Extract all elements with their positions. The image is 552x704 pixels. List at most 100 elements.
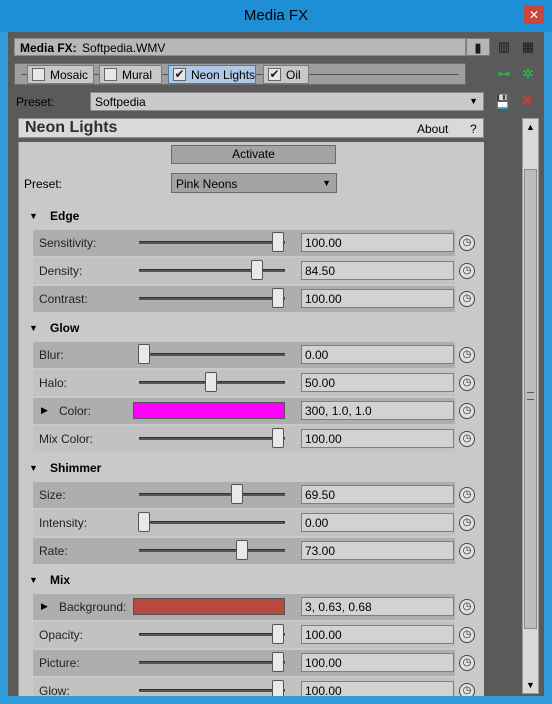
param-value-field[interactable]: 0.00: [301, 345, 454, 364]
scroll-thumb[interactable]: [524, 169, 537, 629]
plugin-preset-dropdown[interactable]: Pink Neons ▼: [171, 173, 337, 193]
keyframe-clock-icon[interactable]: ◷: [459, 683, 475, 696]
param-slider-thumb[interactable]: [272, 232, 284, 252]
param-row: Picture: 100.00: [33, 650, 455, 676]
scroll-down-icon[interactable]: ▼: [523, 677, 538, 693]
param-slider-thumb[interactable]: [272, 428, 284, 448]
param-value-field[interactable]: 100.00: [301, 625, 454, 644]
keyframe-clock-icon[interactable]: ◷: [459, 627, 475, 643]
param-value-field[interactable]: 100.00: [301, 653, 454, 672]
param-row: Contrast: 100.00: [33, 286, 455, 312]
plugin-enable-checkbox[interactable]: ✔: [268, 68, 281, 81]
keyframe-clock-icon[interactable]: ◷: [459, 599, 475, 615]
plugin-chain-item[interactable]: Mosaic: [27, 65, 94, 84]
plugin-chain-icon[interactable]: ⊶: [494, 65, 514, 83]
keyframe-clock-icon[interactable]: ◷: [459, 263, 475, 279]
section-title: Shimmer: [50, 461, 102, 475]
keyframe-clock-icon[interactable]: ◷: [459, 403, 475, 419]
param-row: Sensitivity: 100.00: [33, 230, 455, 256]
plugin-chain-label: Oil: [286, 68, 301, 82]
param-value-field[interactable]: 73.00: [301, 541, 454, 560]
keyframe-clock-icon[interactable]: ◷: [459, 655, 475, 671]
param-row: ▶ Background: 3, 0.63, 0.68: [33, 594, 455, 620]
param-slider-thumb[interactable]: [205, 372, 217, 392]
plugin-enable-checkbox[interactable]: [32, 68, 45, 81]
param-slider-track[interactable]: [139, 661, 285, 664]
param-slider-track[interactable]: [139, 297, 285, 300]
collapse-icon[interactable]: ▼: [29, 463, 38, 473]
keyframe-clock-icon[interactable]: ◷: [459, 375, 475, 391]
activate-button[interactable]: Activate: [171, 145, 336, 164]
param-value: 100.00: [305, 432, 342, 446]
preset-value: Softpedia: [95, 95, 146, 109]
keyframe-clock-icon[interactable]: ◷: [459, 487, 475, 503]
param-value-field[interactable]: 100.00: [301, 233, 454, 252]
param-label: Glow:: [39, 684, 70, 696]
param-slider-track[interactable]: [139, 521, 285, 524]
plugin-params-panel: Activate Preset: Pink Neons ▼ ▼ Edge Sensi…: [18, 142, 484, 696]
keyframe-clock-icon[interactable]: ◷: [459, 515, 475, 531]
save-preset-icon[interactable]: 💾: [494, 93, 512, 111]
param-value-field[interactable]: 3, 0.63, 0.68: [301, 597, 454, 616]
remove-plugin-icon[interactable]: ✲: [518, 65, 538, 83]
plugin-enable-checkbox[interactable]: [104, 68, 117, 81]
param-slider-thumb[interactable]: [272, 288, 284, 308]
view-large-icon[interactable]: ▦: [516, 38, 540, 56]
collapse-icon[interactable]: ▼: [29, 575, 38, 585]
param-slider-track[interactable]: [139, 689, 285, 692]
param-slider-track[interactable]: [139, 353, 285, 356]
color-swatch[interactable]: [133, 402, 285, 419]
plugin-chain-item[interactable]: Mural: [99, 65, 162, 84]
chevron-down-icon: ▼: [469, 96, 478, 106]
param-slider-thumb[interactable]: [272, 652, 284, 672]
preset-dropdown[interactable]: Softpedia ▼: [90, 92, 484, 111]
param-slider-thumb[interactable]: [138, 344, 150, 364]
expand-icon[interactable]: ▶: [41, 601, 48, 612]
param-value-field[interactable]: 0.00: [301, 513, 454, 532]
section-mix[interactable]: ▼ Mix: [19, 566, 484, 594]
param-slider-track[interactable]: [139, 549, 285, 552]
keyframe-clock-icon[interactable]: ◷: [459, 543, 475, 559]
param-label: Sensitivity:: [39, 236, 97, 250]
param-slider-track[interactable]: [139, 241, 285, 244]
help-link[interactable]: ?: [470, 122, 477, 136]
param-slider-track[interactable]: [139, 437, 285, 440]
param-value-field[interactable]: 84.50: [301, 261, 454, 280]
delete-preset-icon[interactable]: ✕: [518, 93, 536, 111]
vertical-scrollbar[interactable]: ▲ ▼: [522, 118, 539, 694]
param-slider-track[interactable]: [139, 633, 285, 636]
section-glow[interactable]: ▼ Glow: [19, 314, 484, 342]
param-value-field[interactable]: 300, 1.0, 1.0: [301, 401, 454, 420]
section-edge[interactable]: ▼ Edge: [19, 202, 484, 230]
keyframe-clock-icon[interactable]: ◷: [459, 291, 475, 307]
param-slider-thumb[interactable]: [272, 624, 284, 644]
param-value-field[interactable]: 100.00: [301, 681, 454, 696]
collapse-icon[interactable]: ▼: [29, 323, 38, 333]
keyframe-clock-icon[interactable]: ◷: [459, 347, 475, 363]
param-value-field[interactable]: 100.00: [301, 289, 454, 308]
plugin-enable-checkbox[interactable]: ✔: [173, 68, 186, 81]
plugin-chain-item[interactable]: ✔ Oil: [263, 65, 309, 84]
view-compact-icon[interactable]: ▮: [466, 38, 490, 56]
collapse-icon[interactable]: ▼: [29, 211, 38, 221]
section-title: Edge: [50, 209, 80, 223]
param-value-field[interactable]: 69.50: [301, 485, 454, 504]
param-value-field[interactable]: 50.00: [301, 373, 454, 392]
param-slider-track[interactable]: [139, 269, 285, 272]
close-button[interactable]: ✕: [524, 6, 544, 24]
param-slider-track[interactable]: [139, 493, 285, 496]
param-value-field[interactable]: 100.00: [301, 429, 454, 448]
section-shimmer[interactable]: ▼ Shimmer: [19, 454, 484, 482]
expand-icon[interactable]: ▶: [41, 405, 48, 416]
scroll-up-icon[interactable]: ▲: [523, 119, 538, 135]
param-slider-thumb[interactable]: [251, 260, 264, 280]
plugin-chain-item[interactable]: ✔ Neon Lights: [168, 65, 256, 84]
param-slider-thumb[interactable]: [235, 540, 248, 560]
param-slider-thumb[interactable]: [231, 484, 244, 504]
color-swatch[interactable]: [133, 598, 285, 615]
keyframe-clock-icon[interactable]: ◷: [459, 235, 475, 251]
view-medium-icon[interactable]: ▥: [492, 38, 516, 56]
about-link[interactable]: About: [417, 122, 448, 136]
param-slider-thumb[interactable]: [138, 512, 150, 532]
keyframe-clock-icon[interactable]: ◷: [459, 431, 475, 447]
